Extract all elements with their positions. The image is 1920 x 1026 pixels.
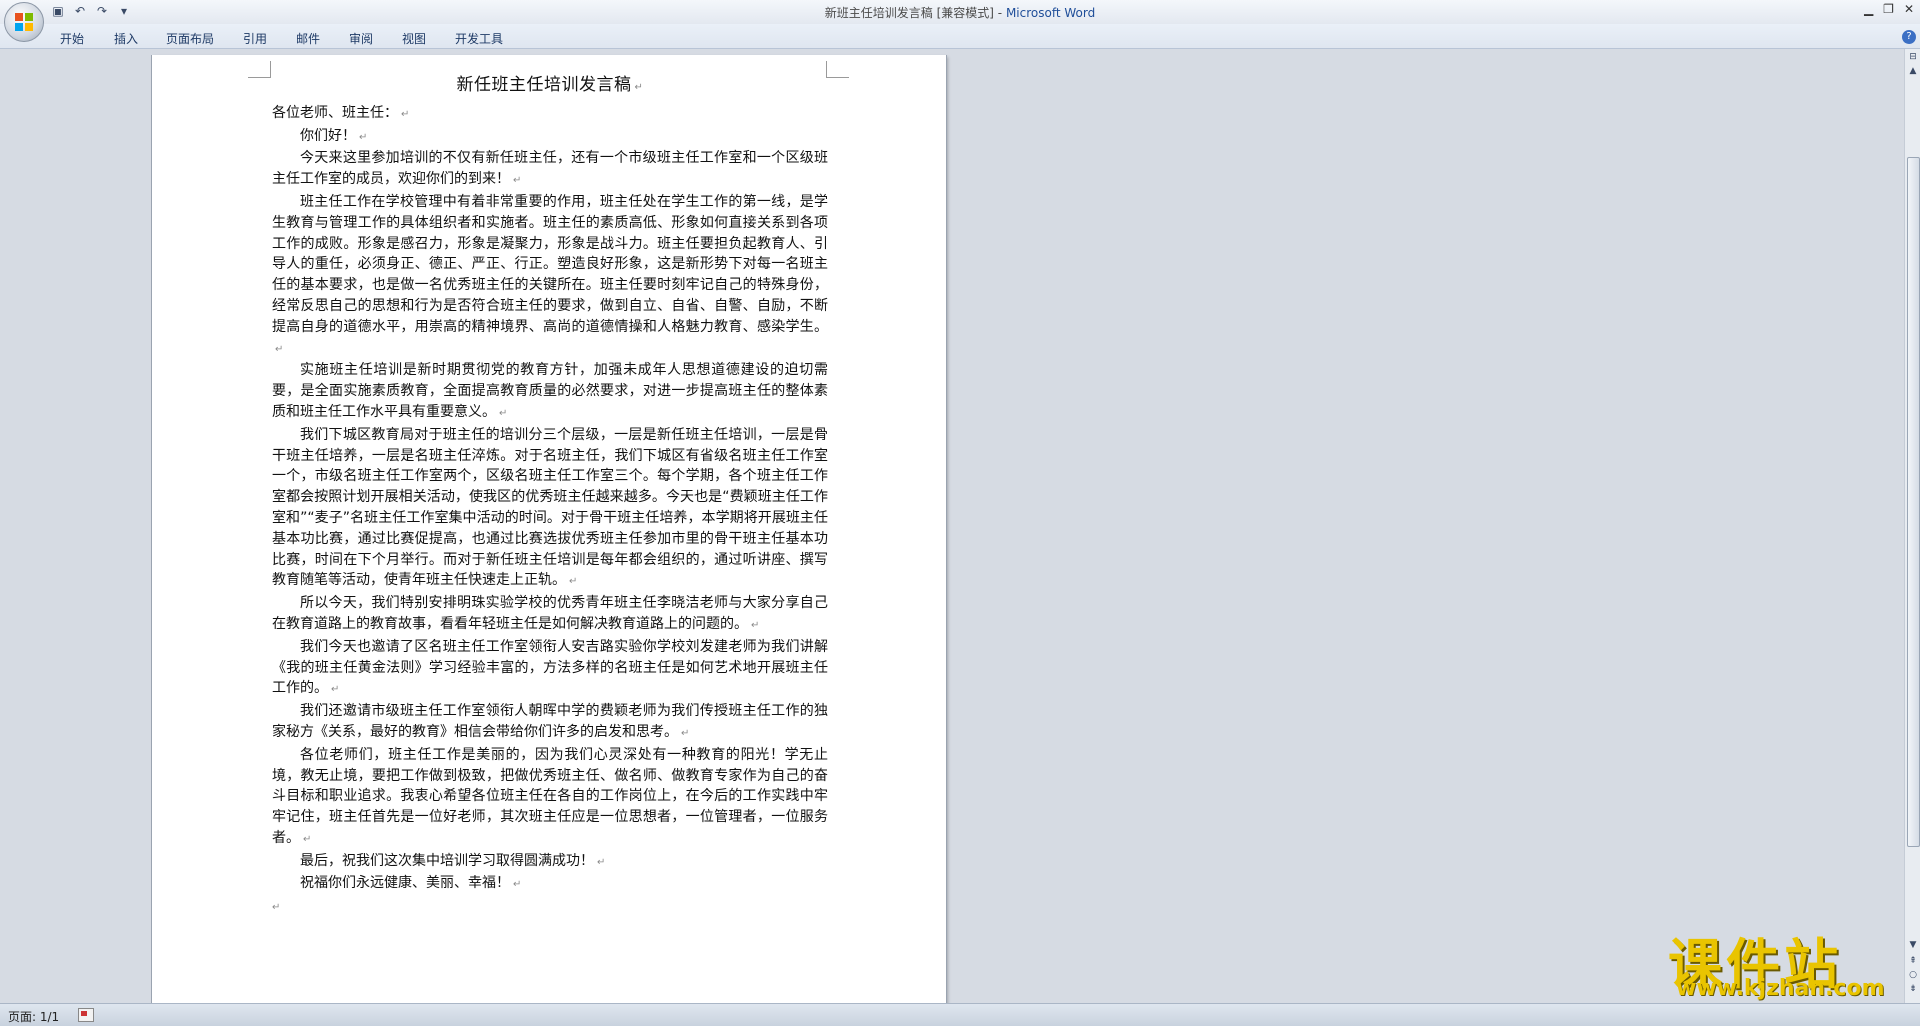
ribbon-tabs: 开始 插入 页面布局 引用 邮件 审阅 视图 开发工具 ? — [0, 24, 1920, 49]
title-bar: ▣ ↶ ↷ ▾ 新班主任培训发言稿 [兼容模式] - Microsoft Wor… — [0, 0, 1920, 24]
vertical-scrollbar[interactable]: ⊟ ▲ ▼ ⇞ ○ ⇟ — [1904, 49, 1920, 1003]
paragraph: 班主任工作在学校管理中有着非常重要的作用，班主任处在学生工作的第一线，是学生教育… — [272, 193, 828, 355]
scroll-thumb[interactable] — [1907, 157, 1920, 847]
window-title: 新班主任培训发言稿 [兼容模式] - Microsoft Word — [0, 4, 1920, 21]
paragraph: 我们还邀请市级班主任工作室领衔人朝晖中学的费颖老师为我们传授班主任工作的独家秘方… — [272, 703, 828, 740]
paragraph: 今天来这里参加培训的不仅有新任班主任，还有一个市级班主任工作室和一个区级班主任工… — [272, 150, 828, 188]
paragraph: 我们下城区教育局对于班主任的培训分三个层级，一层是新任班主任培训，一层是骨干班主… — [272, 426, 828, 589]
paragraph: 祝福你们永远健康、美丽、幸福！ ↵ — [300, 875, 522, 892]
watermark-url: www.kjzhan.com — [1676, 976, 1885, 1001]
close-icon[interactable]: ✕ — [1904, 2, 1914, 16]
help-icon[interactable]: ? — [1902, 30, 1916, 44]
app-name: Microsoft Word — [1005, 6, 1096, 20]
paragraph: 所以今天，我们特别安排明珠实验学校的优秀青年班主任李晓洁老师与大家分享自己在教育… — [272, 595, 828, 632]
page-count[interactable]: 页面: 1/1 — [8, 1008, 59, 1025]
proofing-icon[interactable] — [78, 1008, 94, 1022]
tab-developer[interactable]: 开发工具 — [455, 30, 503, 47]
title-separator: - — [993, 6, 1006, 20]
tab-home[interactable]: 开始 — [60, 30, 84, 47]
paragraph: 各位老师、班主任： ↵ — [272, 104, 410, 121]
select-browse-object-icon[interactable]: ○ — [1907, 969, 1919, 981]
watermark: 课件站 www.kjzhan.com — [1668, 920, 1908, 1001]
tab-references[interactable]: 引用 — [243, 30, 267, 47]
window-controls: ▁ ❐ ✕ — [1864, 2, 1914, 16]
paragraph: 我们今天也邀请了区名班主任工作室领衔人安吉路实验你学校刘发建老师为我们讲解《我的… — [272, 638, 828, 697]
crop-mark — [826, 61, 849, 78]
previous-page-icon[interactable]: ⇞ — [1907, 955, 1919, 967]
status-bar: 页面: 1/1 — [0, 1003, 1920, 1026]
document-body[interactable]: 新任班主任培训发言稿 ↵ 各位老师、班主任： ↵ 你们好！ ↵ 今天来这里参加培训的不… — [272, 75, 828, 919]
next-page-icon[interactable]: ⇟ — [1907, 983, 1919, 995]
tab-page-layout[interactable]: 页面布局 — [166, 30, 214, 47]
tab-view[interactable]: 视图 — [402, 30, 426, 47]
paragraph: 你们好！ ↵ — [300, 127, 368, 144]
document-name: 新班主任培训发言稿 [兼容模式] — [824, 6, 994, 20]
tab-insert[interactable]: 插入 — [114, 30, 138, 47]
office-logo-icon — [15, 13, 33, 31]
tab-mailings[interactable]: 邮件 — [296, 30, 320, 47]
paragraph: 最后，祝我们这次集中培训学习取得圆满成功！ ↵ — [300, 852, 606, 869]
document-title: 新任班主任培训发言稿 ↵ — [456, 75, 644, 95]
minimize-icon[interactable]: ▁ — [1864, 2, 1873, 16]
empty-paragraph: ↵ — [272, 902, 281, 914]
office-button[interactable] — [4, 2, 44, 42]
paragraph: 实施班主任培训是新时期贯彻党的教育方针，加强未成年人思想道德建设的迫切需要，是全… — [272, 362, 828, 420]
scroll-up-icon[interactable]: ▲ — [1907, 65, 1919, 77]
scroll-down-icon[interactable]: ▼ — [1907, 939, 1919, 951]
tab-review[interactable]: 审阅 — [349, 30, 373, 47]
paragraph: 各位老师们，班主任工作是美丽的，因为我们心灵深处有一种教育的阳光！学无止境，教无… — [272, 746, 828, 846]
restore-icon[interactable]: ❐ — [1883, 2, 1894, 16]
ruler-toggle-icon[interactable]: ⊟ — [1907, 51, 1919, 63]
crop-mark — [248, 61, 271, 78]
document-area: 新任班主任培训发言稿 ↵ 各位老师、班主任： ↵ 你们好！ ↵ 今天来这里参加培训的不… — [0, 49, 1904, 1003]
document-page[interactable]: 新任班主任培训发言稿 ↵ 各位老师、班主任： ↵ 你们好！ ↵ 今天来这里参加培训的不… — [152, 55, 946, 1003]
